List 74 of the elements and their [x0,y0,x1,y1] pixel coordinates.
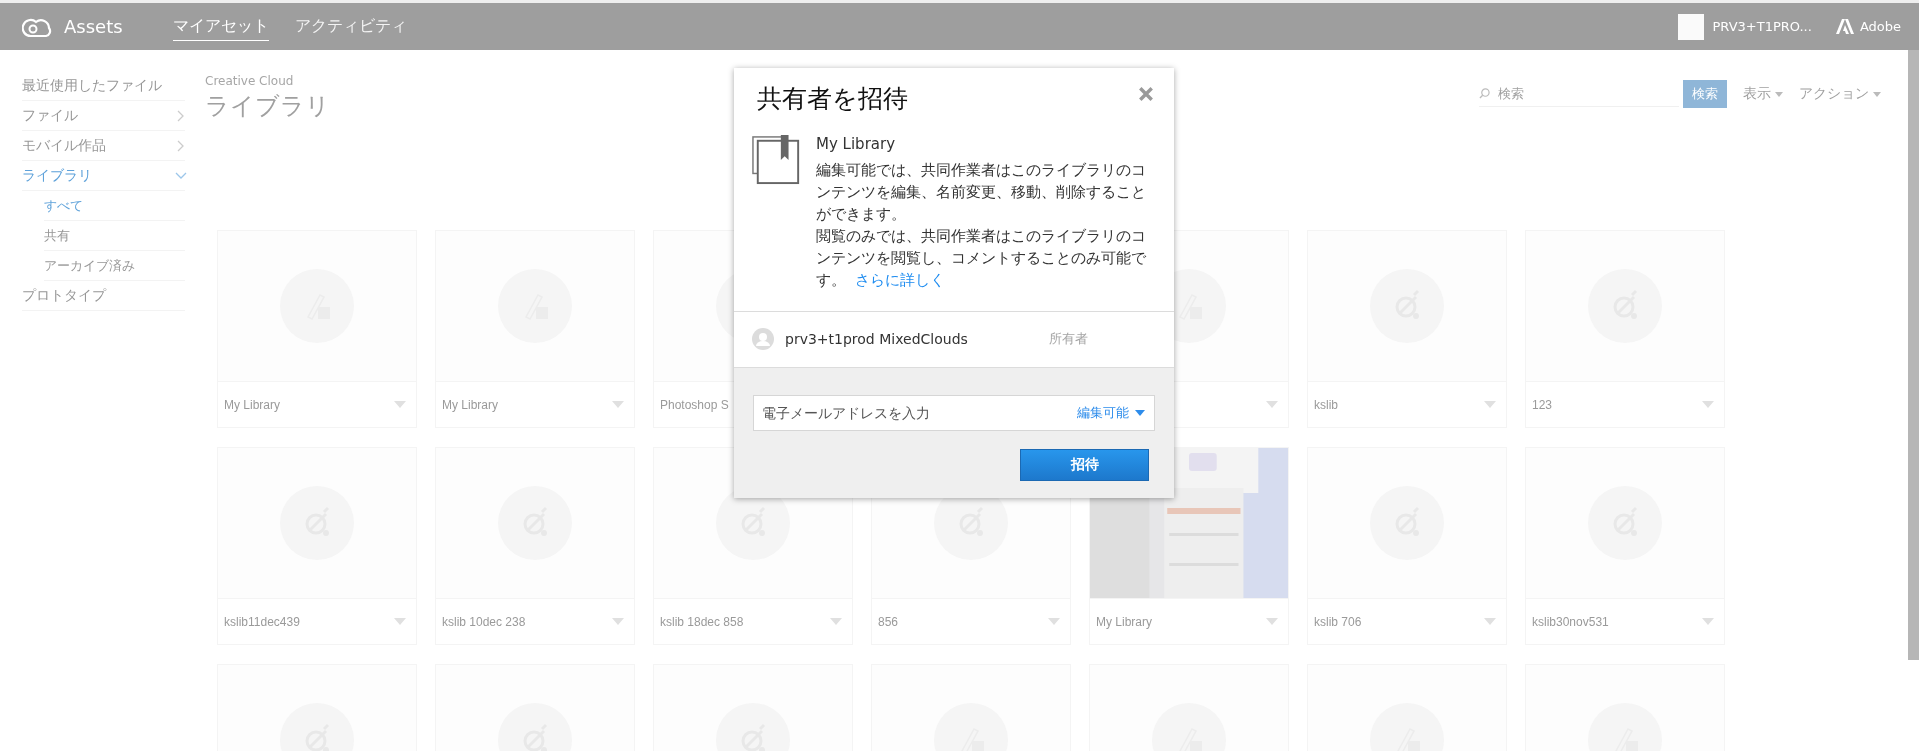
scrollbar[interactable] [1908,50,1919,660]
card-title: kslib 10dec 238 [442,614,526,629]
permission-description: 閲覧のみでは、共同作業者はこのライブラリのコンテンツを閲覧し、コメントすることのみ可能です。 さらに詳しく [816,227,1147,290]
invite-button[interactable]: 招待 [1020,449,1149,481]
caret-icon[interactable] [1048,618,1060,625]
sidebar-item[interactable]: ファイル [22,101,185,131]
search-icon [1479,88,1490,99]
card-title: Photoshop S [660,397,729,412]
card-title: 123 [1532,397,1553,412]
close-icon[interactable] [1138,86,1154,102]
adobe-logo-icon [1835,19,1854,34]
caret-icon[interactable] [1484,618,1496,625]
card-title: kslib [1314,397,1338,412]
actions-menu[interactable]: アクション [1799,85,1869,103]
library-icon [752,135,802,185]
library-card[interactable]: kslib30nov531 [1525,447,1725,645]
caret-icon[interactable] [830,618,842,625]
sidebar-subitem[interactable]: すべて [44,191,185,221]
permission-dropdown[interactable]: 編集可能 [1077,404,1129,422]
caret-icon[interactable] [612,401,624,408]
card-title: My Library [442,397,498,412]
chevron-icon [177,109,185,122]
nav-tab[interactable]: アクティビティ [294,12,407,41]
permission-description: 編集可能では、共同作業者はこのライブラリのコンテンツを編集、名前変更、移動、削除することができます。 [816,161,1147,224]
sidebar-item[interactable]: 最近使用したファイル [22,71,185,101]
library-card[interactable]: My Library [435,230,635,428]
card-title: kslib11dec439 [224,614,300,629]
caret-icon[interactable] [1702,401,1714,408]
chevron-icon [175,171,187,180]
library-card[interactable]: kslib 10dec 238 [435,447,635,645]
card-title: 856 [878,614,899,629]
library-card[interactable]: My Library [217,230,417,428]
user-name[interactable]: PRV3+T1PRO... [1712,19,1812,34]
caret-icon[interactable] [1266,401,1278,408]
caret-icon[interactable] [1702,618,1714,625]
library-card[interactable]: kslib 706 [1307,447,1507,645]
caret-icon [1873,91,1881,97]
brand-name: Adobe [1859,19,1901,34]
library-card[interactable]: kslib11dec439 [217,447,417,645]
card-title: kslib30nov531 [1532,614,1609,629]
view-menu[interactable]: 表示 [1743,85,1771,103]
library-name: My Library [816,135,897,153]
search-field[interactable]: 検索 [1496,85,1670,102]
caret-icon[interactable] [612,618,624,625]
sidebar-subitem[interactable]: アーカイブ済み [44,251,185,281]
avatar-icon[interactable] [1678,13,1705,40]
nav-tab[interactable]: マイアセット [172,12,269,41]
card-title: My Library [1096,614,1152,629]
library-card[interactable]: kslib [1307,230,1507,428]
library-card[interactable]: 123 [1525,230,1725,428]
sidebar-item[interactable]: プロトタイプ [22,281,185,311]
sidebar-subitem[interactable]: 共有 [44,221,185,251]
chevron-icon [177,139,185,152]
card-title: kslib 706 [1314,614,1362,629]
card-title: My Library [224,397,280,412]
dialog-title: 共有者を招待 [757,83,908,115]
sidebar-item[interactable]: ライブラリ [22,161,185,191]
caret-icon[interactable] [1484,401,1496,408]
page-title: ライブラリ [205,91,330,122]
user-avatar-icon [752,328,774,350]
app-name: Assets [64,16,123,37]
caret-icon[interactable] [394,401,406,408]
search-button[interactable]: 検索 [1683,80,1727,108]
member-name: prv3+t1prod MixedClouds [785,331,969,347]
caret-icon [1775,91,1783,97]
learn-more-link[interactable]: さらに詳しく [854,272,945,288]
card-title: kslib 18dec 858 [660,614,744,629]
member-role: 所有者 [1049,330,1088,348]
caret-icon [1135,410,1145,416]
sidebar-item[interactable]: モバイル作品 [22,131,185,161]
caret-icon[interactable] [1266,618,1278,625]
caret-icon[interactable] [394,618,406,625]
email-field[interactable]: 電子メールアドレスを入力 編集可能 [753,395,1155,431]
breadcrumb: Creative Cloud [205,74,295,88]
